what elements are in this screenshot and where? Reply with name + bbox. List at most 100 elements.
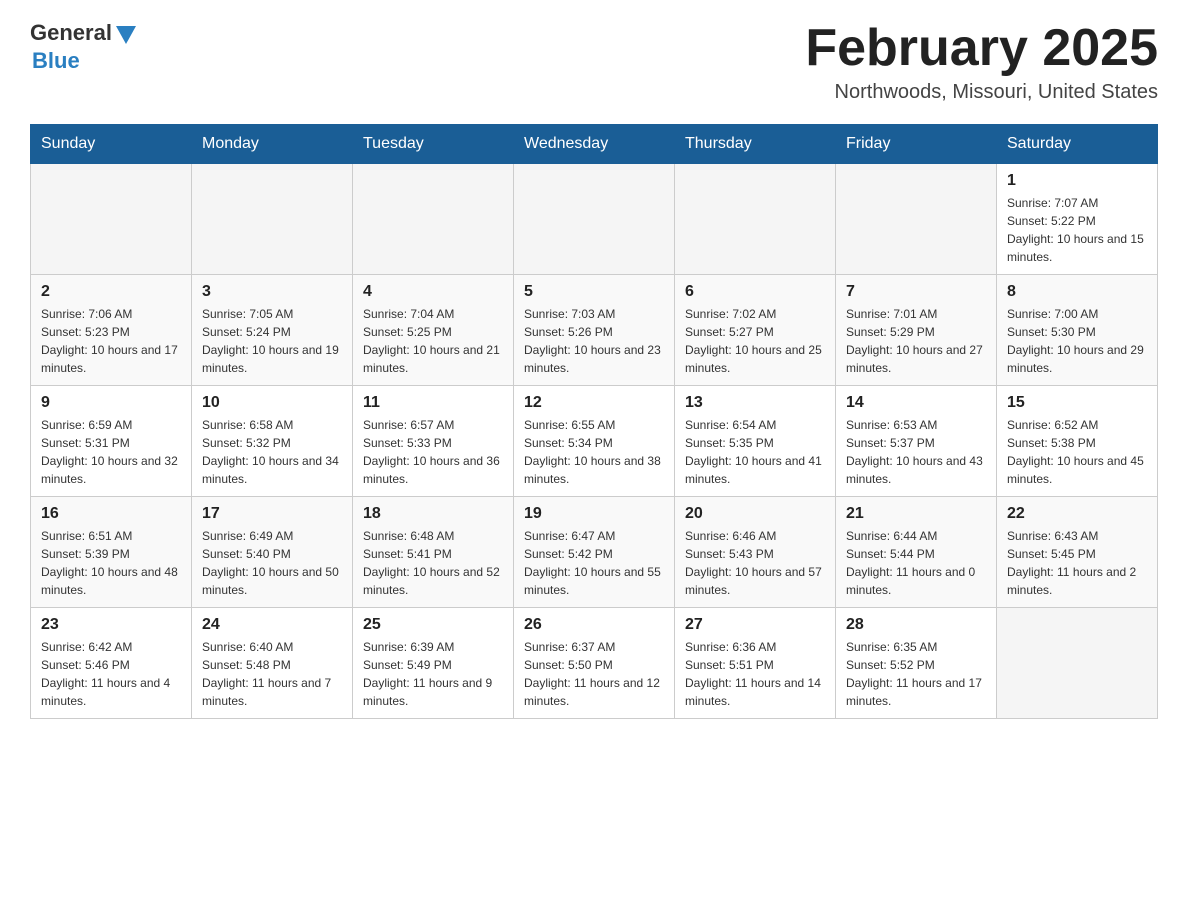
- day-number: 16: [41, 505, 181, 523]
- day-number: 6: [685, 283, 825, 301]
- calendar-cell: 10 Sunrise: 6:58 AMSunset: 5:32 PMDayligh…: [192, 386, 353, 497]
- calendar-day-header: Tuesday: [353, 125, 514, 164]
- day-info: Sunrise: 6:47 AMSunset: 5:42 PMDaylight:…: [524, 527, 664, 599]
- day-number: 21: [846, 505, 986, 523]
- calendar-cell: 18 Sunrise: 6:48 AMSunset: 5:41 PMDayligh…: [353, 497, 514, 608]
- day-info: Sunrise: 6:51 AMSunset: 5:39 PMDaylight:…: [41, 527, 181, 599]
- location-title: Northwoods, Missouri, United States: [805, 81, 1158, 104]
- day-number: 26: [524, 616, 664, 634]
- calendar-cell: 19 Sunrise: 6:47 AMSunset: 5:42 PMDayligh…: [514, 497, 675, 608]
- calendar-cell: 15Sunrise: 6:52 AMSunset: 5:38 PMDayligh…: [997, 386, 1158, 497]
- day-info: Sunrise: 6:40 AMSunset: 5:48 PMDaylight:…: [202, 638, 342, 710]
- calendar-week-row: 1Sunrise: 7:07 AMSunset: 5:22 PMDaylight…: [31, 164, 1158, 275]
- day-number: 23: [41, 616, 181, 634]
- day-number: 28: [846, 616, 986, 634]
- day-number: 24: [202, 616, 342, 634]
- calendar-cell: 22 Sunrise: 6:43 AMSunset: 5:45 PMDayligh…: [997, 497, 1158, 608]
- day-number: 2: [41, 283, 181, 301]
- calendar-header-row: SundayMondayTuesdayWednesdayThursdayFrid…: [31, 125, 1158, 164]
- day-info: Sunrise: 6:57 AMSunset: 5:33 PMDaylight:…: [363, 416, 503, 488]
- calendar-cell: 6 Sunrise: 7:02 AMSunset: 5:27 PMDaylight…: [675, 275, 836, 386]
- day-info: Sunrise: 6:35 AMSunset: 5:52 PMDaylight:…: [846, 638, 986, 710]
- page-header: General Blue February 2025 Northwoods, M…: [30, 20, 1158, 104]
- logo: General Blue: [30, 20, 136, 74]
- calendar-day-header: Saturday: [997, 125, 1158, 164]
- calendar-day-header: Monday: [192, 125, 353, 164]
- day-number: 4: [363, 283, 503, 301]
- calendar-cell: 5Sunrise: 7:03 AMSunset: 5:26 PMDaylight…: [514, 275, 675, 386]
- calendar-cell: 8 Sunrise: 7:00 AMSunset: 5:30 PMDaylight…: [997, 275, 1158, 386]
- day-number: 13: [685, 394, 825, 412]
- day-info: Sunrise: 6:44 AMSunset: 5:44 PMDaylight:…: [846, 527, 986, 599]
- calendar-cell: [675, 164, 836, 275]
- day-info: Sunrise: 6:48 AMSunset: 5:41 PMDaylight:…: [363, 527, 503, 599]
- day-info: Sunrise: 6:43 AMSunset: 5:45 PMDaylight:…: [1007, 527, 1147, 599]
- day-info: Sunrise: 6:42 AMSunset: 5:46 PMDaylight:…: [41, 638, 181, 710]
- logo-arrow-icon: [116, 26, 136, 44]
- day-number: 8: [1007, 283, 1147, 301]
- calendar-cell: 17Sunrise: 6:49 AMSunset: 5:40 PMDayligh…: [192, 497, 353, 608]
- day-number: 25: [363, 616, 503, 634]
- logo-general-text: General: [30, 20, 112, 46]
- day-number: 15: [1007, 394, 1147, 412]
- day-info: Sunrise: 6:53 AMSunset: 5:37 PMDaylight:…: [846, 416, 986, 488]
- logo-blue-text: Blue: [32, 48, 80, 74]
- calendar-cell: 11 Sunrise: 6:57 AMSunset: 5:33 PMDayligh…: [353, 386, 514, 497]
- calendar-cell: 1Sunrise: 7:07 AMSunset: 5:22 PMDaylight…: [997, 164, 1158, 275]
- calendar-cell: 16 Sunrise: 6:51 AMSunset: 5:39 PMDayligh…: [31, 497, 192, 608]
- calendar-cell: [836, 164, 997, 275]
- calendar-day-header: Sunday: [31, 125, 192, 164]
- day-info: Sunrise: 7:00 AMSunset: 5:30 PMDaylight:…: [1007, 305, 1147, 377]
- calendar-cell: 12 Sunrise: 6:55 AMSunset: 5:34 PMDayligh…: [514, 386, 675, 497]
- calendar-day-header: Wednesday: [514, 125, 675, 164]
- calendar-day-header: Friday: [836, 125, 997, 164]
- calendar-day-header: Thursday: [675, 125, 836, 164]
- calendar-cell: [31, 164, 192, 275]
- calendar-table: SundayMondayTuesdayWednesdayThursdayFrid…: [30, 124, 1158, 719]
- calendar-cell: 24 Sunrise: 6:40 AMSunset: 5:48 PMDayligh…: [192, 608, 353, 719]
- day-info: Sunrise: 6:37 AMSunset: 5:50 PMDaylight:…: [524, 638, 664, 710]
- calendar-cell: [192, 164, 353, 275]
- day-info: Sunrise: 7:06 AMSunset: 5:23 PMDaylight:…: [41, 305, 181, 377]
- day-info: Sunrise: 6:55 AMSunset: 5:34 PMDaylight:…: [524, 416, 664, 488]
- day-number: 22: [1007, 505, 1147, 523]
- day-info: Sunrise: 7:02 AMSunset: 5:27 PMDaylight:…: [685, 305, 825, 377]
- calendar-week-row: 16 Sunrise: 6:51 AMSunset: 5:39 PMDayligh…: [31, 497, 1158, 608]
- calendar-cell: 25 Sunrise: 6:39 AMSunset: 5:49 PMDayligh…: [353, 608, 514, 719]
- day-info: Sunrise: 6:36 AMSunset: 5:51 PMDaylight:…: [685, 638, 825, 710]
- calendar-cell: [514, 164, 675, 275]
- calendar-cell: 13 Sunrise: 6:54 AMSunset: 5:35 PMDayligh…: [675, 386, 836, 497]
- day-number: 19: [524, 505, 664, 523]
- day-number: 11: [363, 394, 503, 412]
- day-info: Sunrise: 6:39 AMSunset: 5:49 PMDaylight:…: [363, 638, 503, 710]
- day-number: 17: [202, 505, 342, 523]
- title-block: February 2025 Northwoods, Missouri, Unit…: [805, 20, 1158, 104]
- calendar-week-row: 23 Sunrise: 6:42 AMSunset: 5:46 PMDayligh…: [31, 608, 1158, 719]
- calendar-cell: 28 Sunrise: 6:35 AMSunset: 5:52 PMDayligh…: [836, 608, 997, 719]
- day-number: 9: [41, 394, 181, 412]
- calendar-week-row: 2 Sunrise: 7:06 AMSunset: 5:23 PMDaylight…: [31, 275, 1158, 386]
- day-number: 14: [846, 394, 986, 412]
- calendar-cell: 20Sunrise: 6:46 AMSunset: 5:43 PMDayligh…: [675, 497, 836, 608]
- day-info: Sunrise: 7:03 AMSunset: 5:26 PMDaylight:…: [524, 305, 664, 377]
- day-number: 12: [524, 394, 664, 412]
- calendar-week-row: 9 Sunrise: 6:59 AMSunset: 5:31 PMDaylight…: [31, 386, 1158, 497]
- calendar-cell: 9 Sunrise: 6:59 AMSunset: 5:31 PMDaylight…: [31, 386, 192, 497]
- day-info: Sunrise: 6:59 AMSunset: 5:31 PMDaylight:…: [41, 416, 181, 488]
- day-info: Sunrise: 6:58 AMSunset: 5:32 PMDaylight:…: [202, 416, 342, 488]
- day-info: Sunrise: 7:01 AMSunset: 5:29 PMDaylight:…: [846, 305, 986, 377]
- day-info: Sunrise: 7:04 AMSunset: 5:25 PMDaylight:…: [363, 305, 503, 377]
- calendar-cell: 2 Sunrise: 7:06 AMSunset: 5:23 PMDaylight…: [31, 275, 192, 386]
- day-info: Sunrise: 6:54 AMSunset: 5:35 PMDaylight:…: [685, 416, 825, 488]
- day-info: Sunrise: 6:46 AMSunset: 5:43 PMDaylight:…: [685, 527, 825, 599]
- calendar-cell: 26 Sunrise: 6:37 AMSunset: 5:50 PMDayligh…: [514, 608, 675, 719]
- day-number: 27: [685, 616, 825, 634]
- day-number: 7: [846, 283, 986, 301]
- day-number: 18: [363, 505, 503, 523]
- day-number: 10: [202, 394, 342, 412]
- calendar-cell: [353, 164, 514, 275]
- calendar-cell: 14 Sunrise: 6:53 AMSunset: 5:37 PMDayligh…: [836, 386, 997, 497]
- day-number: 3: [202, 283, 342, 301]
- calendar-cell: 4 Sunrise: 7:04 AMSunset: 5:25 PMDaylight…: [353, 275, 514, 386]
- calendar-cell: 27 Sunrise: 6:36 AMSunset: 5:51 PMDayligh…: [675, 608, 836, 719]
